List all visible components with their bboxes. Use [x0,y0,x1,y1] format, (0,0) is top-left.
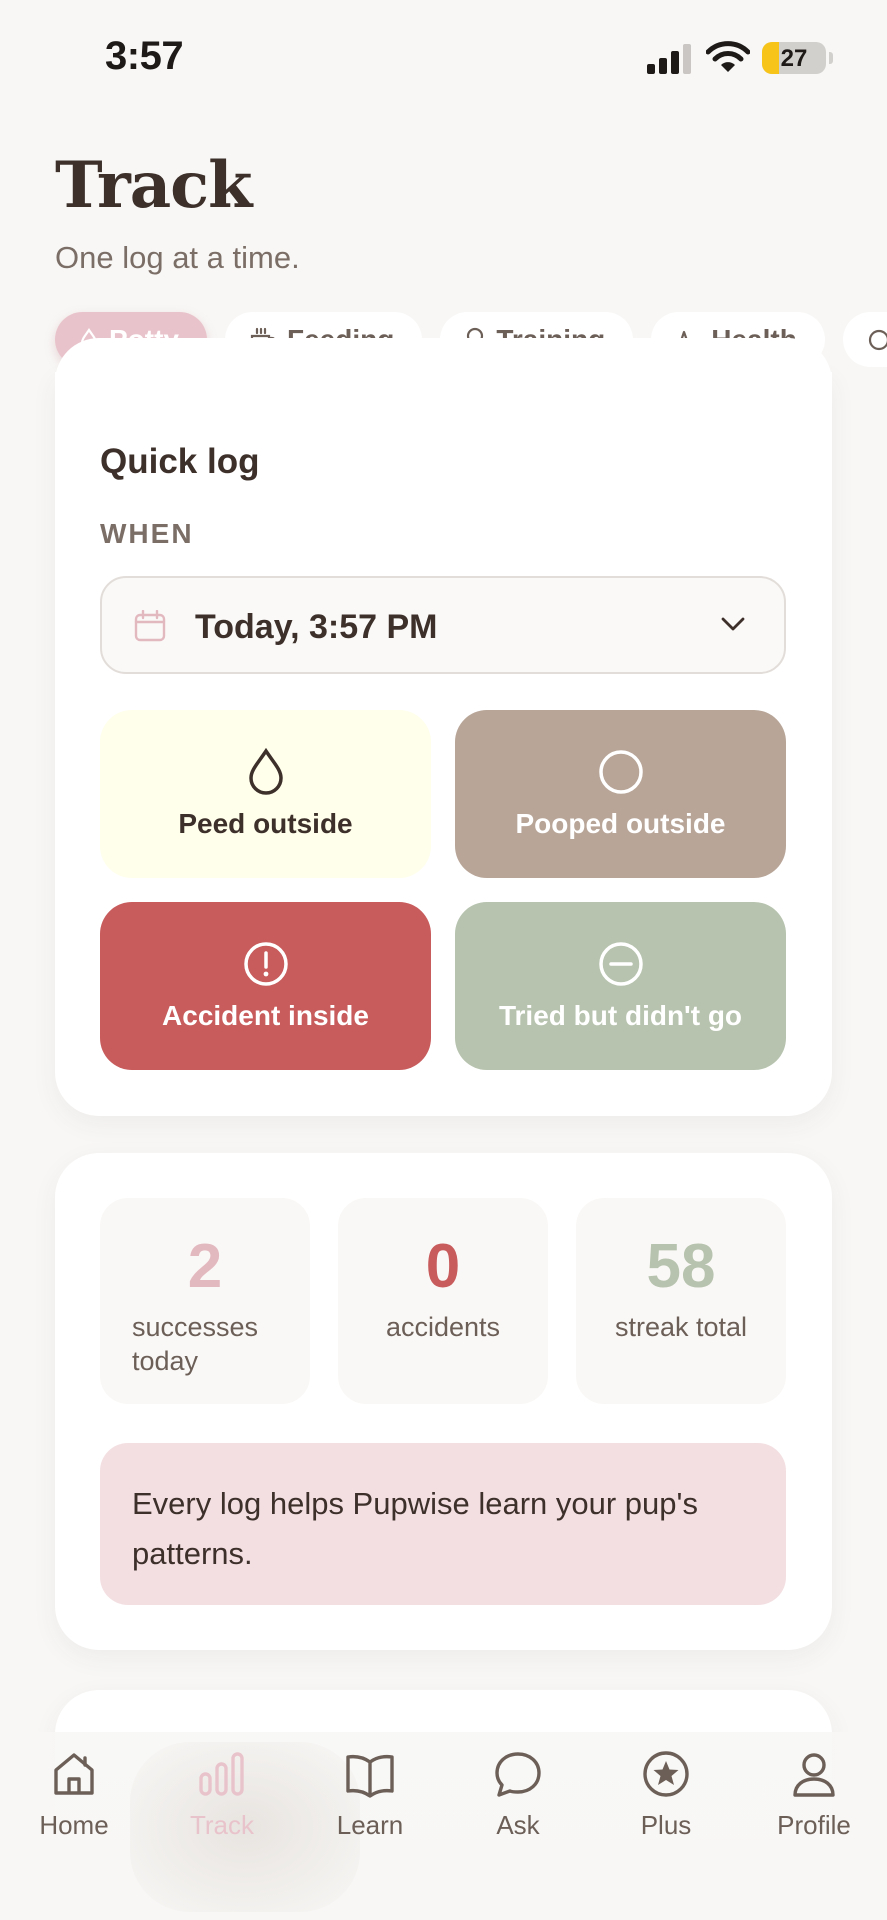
tab-more[interactable] [842,312,887,367]
home-icon [54,1753,94,1795]
battery-icon: 27 [762,42,826,74]
stat-streak: 58 streak total [576,1198,786,1404]
tabbar-plus[interactable]: Plus [592,1746,740,1841]
tabbar-label: Track [189,1810,255,1840]
calendar-icon [134,610,166,642]
quick-log-title: Quick log [100,442,260,481]
tabbar-home[interactable]: Home [0,1746,148,1841]
drop-icon [248,748,283,795]
chat-bubble-icon [495,1752,541,1797]
tabbar-label: Ask [496,1810,540,1840]
stat-value: 2 [187,1232,223,1301]
tabbar-label: Profile [777,1810,851,1840]
stat-label: streak total [614,1312,748,1342]
accident-inside-button[interactable]: Accident inside [100,902,431,1070]
tabbar-label: Learn [336,1810,404,1840]
tried-but-didnt-go-button[interactable]: Tried but didn't go [455,902,786,1070]
minus-circle-icon [598,942,643,986]
action-label: Pooped outside [515,808,726,839]
tabbar-profile[interactable]: Profile [740,1746,887,1841]
when-picker[interactable]: Today, 3:57 PM [100,576,786,674]
battery-nub [829,52,833,64]
bar-chart-icon [199,1752,244,1796]
tip-banner: Every log helps Pupwise learn your pup's… [100,1443,786,1605]
pooped-outside-button[interactable]: Pooped outside [455,710,786,878]
cellular-signal-icon [647,44,691,74]
when-label: WHEN [100,518,194,549]
star-circle-icon [643,1751,689,1797]
stat-accidents: 0 accidents [338,1198,548,1404]
status-time: 3:57 [105,34,184,78]
when-value: Today, 3:57 PM [195,608,438,646]
tabbar-track[interactable]: Track [148,1746,296,1841]
stats-card: 2 successes today 0 accidents 58 streak … [55,1153,832,1650]
tabbar-ask[interactable]: Ask [444,1746,592,1841]
tabbar-learn[interactable]: Learn [296,1746,444,1841]
wifi-icon [706,41,750,72]
action-label: Accident inside [162,1000,369,1031]
stat-value: 0 [425,1232,461,1301]
alert-circle-icon [243,942,288,986]
status-bar: 3:57 27 [0,0,887,110]
peed-outside-button[interactable]: Peed outside [100,710,431,878]
more-category-icon [868,329,887,350]
action-label: Peed outside [178,808,353,839]
quick-log-card: Quick log WHEN Today, 3:57 PM Peed outsi… [55,338,832,1116]
stat-label: successes today [132,1312,259,1376]
tabbar-label: Plus [640,1810,692,1840]
page-title: Track [55,148,252,223]
book-icon [346,1754,394,1798]
stat-successes: 2 successes today [100,1198,310,1404]
stat-value: 58 [646,1232,716,1301]
battery-level: 27 [780,45,808,72]
user-icon [793,1753,835,1797]
circle-icon [598,750,643,794]
bottom-tab-bar: Home Track Learn Ask Plus Profile [0,1732,887,1920]
tabbar-label: Home [39,1810,109,1840]
action-label: Tried but didn't go [498,1000,743,1031]
page-subtitle: One log at a time. [55,240,300,275]
card-top [55,338,832,398]
chevron-down-icon [721,617,745,631]
stat-label: accidents [385,1312,501,1342]
